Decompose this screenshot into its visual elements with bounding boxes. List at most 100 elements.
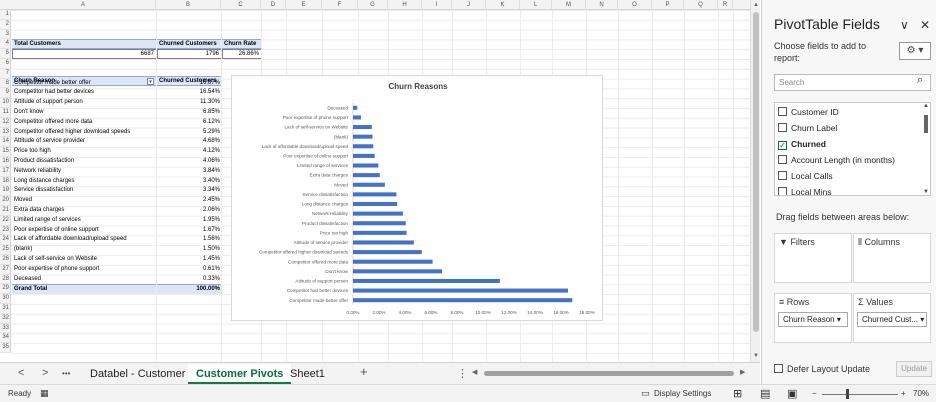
row-header[interactable]: 14 — [0, 137, 11, 148]
defer-layout-update[interactable]: Defer Layout Update — [774, 364, 870, 374]
row-header[interactable]: 6 — [0, 59, 11, 69]
pivot-row-value[interactable]: 3.84% — [157, 167, 222, 177]
row-header[interactable]: 26 — [0, 255, 11, 265]
row-header[interactable]: 35 — [0, 343, 11, 353]
chart-bar[interactable] — [353, 201, 398, 207]
pivot-row-label[interactable]: Attitude of support person — [12, 98, 157, 108]
pivot-row-label[interactable]: Poor expertise of online support — [12, 226, 157, 236]
column-header[interactable]: F — [322, 0, 358, 10]
pivot-row-value[interactable]: 6.85% — [157, 108, 222, 118]
chart-bar[interactable] — [353, 134, 373, 139]
checkbox[interactable] — [778, 107, 787, 116]
summary-header-rate[interactable]: Churn Rate — [222, 39, 262, 49]
chevron-down-icon[interactable]: ∨ — [900, 18, 909, 32]
scroll-down-icon[interactable]: ▼ — [923, 189, 929, 195]
accessibility-icon[interactable]: ▦ — [40, 388, 49, 399]
sheet-tab-customer-pivots[interactable]: Customer Pivots — [188, 364, 292, 384]
pivot-row-label[interactable]: Long distance charges — [12, 177, 157, 187]
pivot-row-label[interactable]: Competitor offered more data — [12, 118, 157, 128]
pivot-row-value[interactable]: 3.40% — [157, 177, 222, 187]
chart-bar[interactable] — [353, 163, 379, 168]
row-header[interactable]: 27 — [0, 264, 11, 275]
row-header[interactable]: 10 — [0, 98, 11, 108]
column-header[interactable]: A — [11, 0, 156, 10]
column-header[interactable]: E — [286, 0, 322, 10]
pivot-row-label[interactable]: Network reliability — [12, 167, 157, 177]
chart-bar[interactable] — [353, 269, 443, 274]
row-header[interactable]: 16 — [0, 157, 11, 167]
row-header[interactable]: 23 — [0, 225, 11, 236]
pivot-row-value[interactable]: 1.67% — [157, 226, 222, 236]
pivot-row-value[interactable]: 6.12% — [157, 118, 222, 128]
scroll-left-icon[interactable]: ◀ — [472, 368, 477, 376]
chart-bar[interactable] — [353, 182, 385, 187]
column-header[interactable]: D — [261, 0, 286, 10]
row-header[interactable]: 34 — [0, 333, 11, 344]
checkbox[interactable] — [778, 155, 787, 164]
summary-value-churned[interactable]: 1796 — [157, 48, 222, 59]
zoom-out-button[interactable]: − — [812, 389, 817, 398]
chart-bar[interactable] — [353, 125, 372, 130]
chart-bar[interactable] — [353, 259, 433, 264]
chart-bar[interactable] — [353, 250, 422, 255]
row-header[interactable]: 4 — [0, 39, 11, 50]
row-header[interactable]: 25 — [0, 245, 11, 255]
row-header[interactable]: 8 — [0, 78, 11, 89]
row-header[interactable]: 9 — [0, 88, 11, 99]
pivot-row-label[interactable]: Product dissatisfaction — [12, 157, 157, 167]
pivot-row-label[interactable]: Poor expertise of phone support — [12, 265, 157, 275]
chart-bar[interactable] — [353, 240, 414, 245]
field-item[interactable]: ✓ Churned — [778, 137, 826, 151]
horizontal-scroll-thumb[interactable] — [484, 371, 734, 376]
pivot-row-value[interactable]: 16.87% — [157, 79, 222, 89]
pivot-row-value[interactable]: 0.61% — [157, 265, 222, 275]
column-header[interactable]: M — [552, 0, 586, 10]
column-header[interactable]: K — [486, 0, 520, 10]
row-header[interactable]: 22 — [0, 215, 11, 226]
row-header[interactable]: 24 — [0, 235, 11, 246]
pivot-row-value[interactable]: 11.30% — [157, 98, 222, 108]
row-header[interactable]: 12 — [0, 117, 11, 128]
filters-area[interactable]: ▼ Filters — [774, 233, 852, 283]
pivot-row-value[interactable]: 1.56% — [157, 235, 222, 245]
pivot-row-label[interactable]: Attitude of service provider — [12, 137, 157, 147]
column-header[interactable]: R — [718, 0, 733, 10]
field-item[interactable]: Churn Label — [778, 121, 837, 135]
row-header[interactable]: 29 — [0, 284, 11, 295]
row-header[interactable]: 32 — [0, 313, 11, 324]
field-item[interactable]: Local Mins — [778, 185, 832, 195]
pivot-row-value[interactable]: 1.95% — [157, 216, 222, 226]
pivot-row-label[interactable]: Price too high — [12, 147, 157, 157]
next-sheet-icon[interactable]: > — [42, 367, 48, 379]
chart-bar[interactable] — [353, 115, 361, 120]
field-list[interactable]: ▲ ▼ Customer ID Churn Label ✓ Churned Accoun… — [774, 102, 931, 196]
search-icon[interactable]: ⌕ — [917, 74, 923, 87]
sheet-tab-sheet1[interactable]: Sheet1 — [282, 364, 333, 384]
vertical-scroll-thumb[interactable] — [753, 12, 759, 332]
chart-bar[interactable] — [353, 211, 403, 216]
chart-bar[interactable] — [353, 230, 407, 235]
row-header[interactable]: 30 — [0, 294, 11, 304]
zoom-slider-track[interactable] — [822, 394, 898, 395]
chart-title[interactable]: Churn Reasons — [388, 82, 448, 91]
display-settings-icon[interactable]: ▭ — [641, 388, 650, 399]
pivot-row-label[interactable]: Competitor had better devices — [12, 88, 157, 98]
chart-bar[interactable] — [353, 192, 397, 197]
pivot-row-value[interactable]: 3.34% — [157, 186, 222, 196]
pivot-row-value[interactable]: 4.12% — [157, 147, 222, 157]
column-header[interactable]: P — [652, 0, 684, 10]
row-header[interactable]: 15 — [0, 147, 11, 157]
more-sheets-icon[interactable]: ••• — [62, 369, 70, 378]
update-button[interactable]: Update — [896, 361, 932, 377]
close-icon[interactable]: ✕ — [920, 18, 930, 32]
zoom-level[interactable]: 70% — [913, 389, 929, 398]
chart-bar[interactable] — [353, 153, 375, 158]
row-header[interactable]: 18 — [0, 176, 11, 187]
chart-bar[interactable] — [353, 144, 374, 149]
row-header[interactable]: 3 — [0, 29, 11, 40]
normal-view-icon[interactable]: ⊞ — [733, 387, 742, 400]
field-item[interactable]: Customer ID — [778, 105, 839, 119]
pivot-row-value[interactable]: 4.68% — [157, 137, 222, 147]
scroll-down-icon[interactable]: ▼ — [752, 352, 760, 360]
pivot-row-label[interactable]: Don't know — [12, 108, 157, 118]
